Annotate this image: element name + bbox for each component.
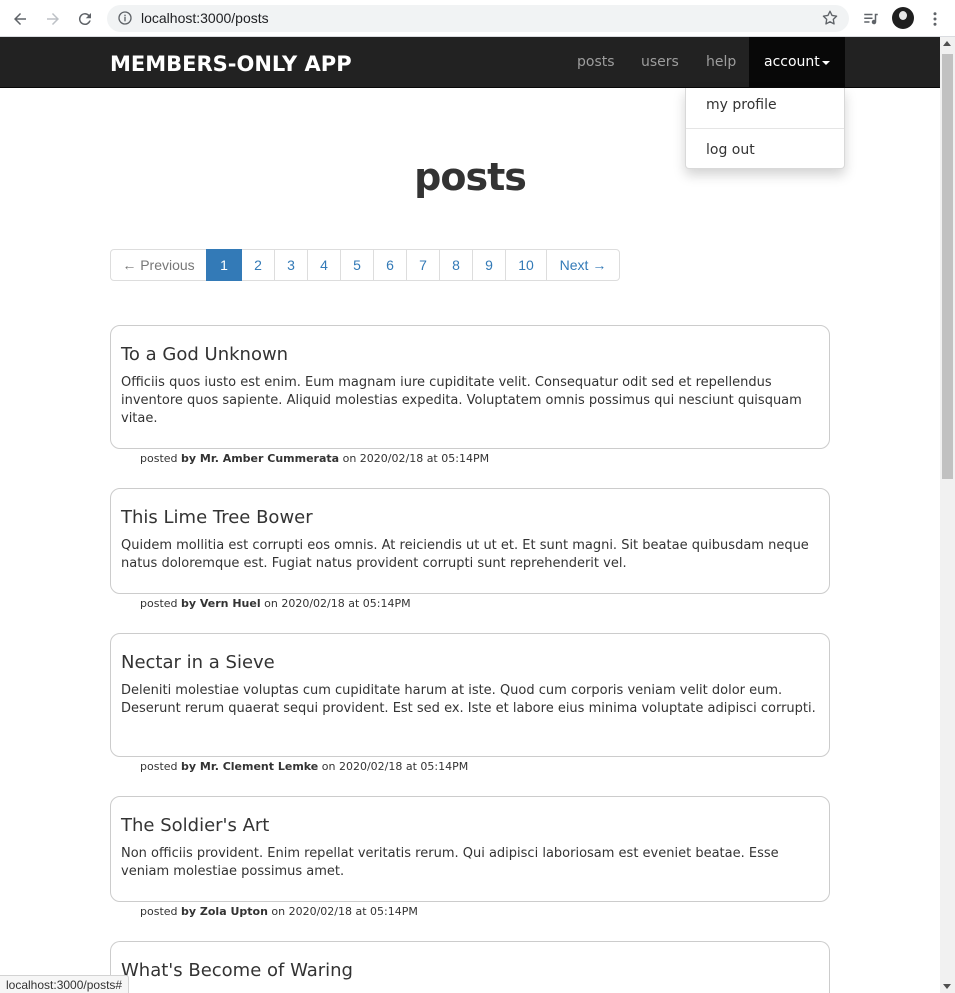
- pagination-page[interactable]: 4: [307, 249, 341, 281]
- nav-link-users[interactable]: users: [641, 54, 679, 70]
- pagination-page[interactable]: 9: [472, 249, 506, 281]
- post-date: on 2020/02/18 at 05:14PM: [271, 905, 418, 918]
- post-date: on 2020/02/18 at 05:14PM: [264, 597, 411, 610]
- scroll-thumb[interactable]: [942, 54, 953, 479]
- posted-label: posted: [140, 905, 178, 918]
- reload-icon[interactable]: [74, 8, 96, 30]
- post-author: by Mr. Clement Lemke: [181, 760, 319, 773]
- post-title[interactable]: To a God Unknown: [121, 344, 819, 366]
- app-navbar: MEMBERS-ONLY APP posts users help accoun…: [0, 37, 940, 88]
- account-dropdown-menu: my profile log out: [685, 88, 845, 169]
- post-card: The Soldier's Art Non officiis provident…: [110, 796, 830, 902]
- post-body: Deleniti molestiae voluptas cum cupidita…: [121, 683, 816, 716]
- pagination-page[interactable]: 8: [439, 249, 473, 281]
- pagination-previous[interactable]: ← Previous: [110, 249, 207, 281]
- post-meta: posted by Mr. Clement Lemke on 2020/02/1…: [140, 760, 468, 773]
- post-title[interactable]: Nectar in a Sieve: [121, 652, 819, 674]
- pagination-page[interactable]: 5: [340, 249, 374, 281]
- menu-item-log-out[interactable]: log out: [706, 142, 755, 158]
- url-text[interactable]: localhost:3000/posts: [141, 10, 269, 26]
- media-playlist-icon[interactable]: [860, 8, 882, 30]
- posted-label: posted: [140, 452, 178, 465]
- menu-divider: [686, 128, 844, 129]
- post-body: Officiis quos iusto est enim. Eum magnam…: [121, 375, 802, 426]
- post-author: by Mr. Amber Cummerata: [181, 452, 340, 465]
- brand-logo[interactable]: MEMBERS-ONLY APP: [110, 52, 352, 76]
- account-label: account: [764, 54, 820, 70]
- post-meta: posted by Zola Upton on 2020/02/18 at 05…: [140, 905, 418, 918]
- post-title[interactable]: What's Become of Waring: [121, 960, 819, 982]
- scroll-up-arrow-icon[interactable]: [943, 41, 951, 46]
- post-author: by Vern Huel: [181, 597, 261, 610]
- status-bar-url: localhost:3000/posts#: [0, 975, 130, 993]
- pagination-next[interactable]: Next →: [546, 249, 620, 281]
- profile-avatar[interactable]: [892, 7, 914, 29]
- pagination-page[interactable]: 6: [373, 249, 407, 281]
- post-body: Non officiis provident. Enim repellat ve…: [121, 846, 779, 879]
- browser-toolbar: localhost:3000/posts: [0, 0, 955, 37]
- account-dropdown-toggle[interactable]: account: [749, 37, 845, 87]
- post-meta: posted by Vern Huel on 2020/02/18 at 05:…: [140, 597, 411, 610]
- pagination-page[interactable]: 10: [505, 249, 547, 281]
- info-icon[interactable]: [117, 10, 133, 26]
- pagination-page[interactable]: 1: [206, 249, 242, 281]
- address-bar[interactable]: localhost:3000/posts: [107, 5, 849, 32]
- scroll-down-arrow-icon[interactable]: [943, 984, 951, 989]
- post-card: This Lime Tree Bower Quidem mollitia est…: [110, 488, 830, 594]
- page-scrollbar[interactable]: [940, 37, 955, 993]
- back-icon[interactable]: [9, 8, 31, 30]
- post-body: Quidem mollitia est corrupti eos omnis. …: [121, 538, 809, 571]
- post-meta: posted by Mr. Amber Cummerata on 2020/02…: [140, 452, 489, 465]
- menu-item-my-profile[interactable]: my profile: [706, 97, 777, 113]
- pagination-page[interactable]: 7: [406, 249, 440, 281]
- bookmark-star-icon[interactable]: [821, 9, 839, 27]
- post-date: on 2020/02/18 at 05:14PM: [342, 452, 490, 465]
- pagination-page[interactable]: 3: [274, 249, 308, 281]
- post-card: To a God Unknown Officiis quos iusto est…: [110, 325, 830, 449]
- posted-label: posted: [140, 597, 178, 610]
- nav-link-help[interactable]: help: [706, 54, 736, 70]
- pagination-page[interactable]: 2: [241, 249, 275, 281]
- post-title[interactable]: The Soldier's Art: [121, 815, 819, 837]
- posted-label: posted: [140, 760, 178, 773]
- post-title[interactable]: This Lime Tree Bower: [121, 507, 819, 529]
- post-card: What's Become of Waring: [110, 941, 830, 993]
- caret-down-icon: [822, 61, 830, 65]
- post-card: Nectar in a Sieve Deleniti molestiae vol…: [110, 633, 830, 757]
- forward-icon[interactable]: [42, 8, 64, 30]
- menu-kebab-icon[interactable]: [924, 8, 946, 30]
- post-author: by Zola Upton: [181, 905, 268, 918]
- post-date: on 2020/02/18 at 05:14PM: [321, 760, 469, 773]
- pagination: ← Previous 1 2 3 4 5 6 7 8 9 10 Next →: [110, 249, 620, 281]
- nav-link-posts[interactable]: posts: [577, 54, 615, 70]
